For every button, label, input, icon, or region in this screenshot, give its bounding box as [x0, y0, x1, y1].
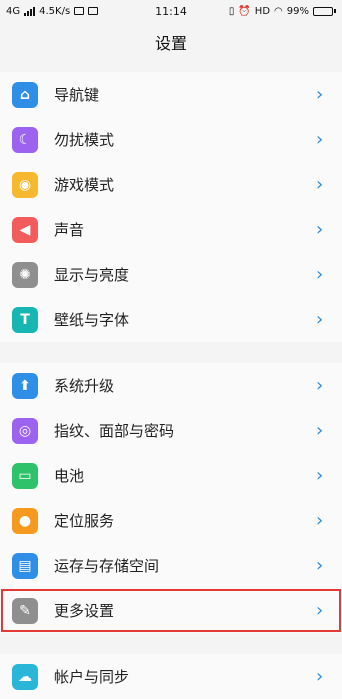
setting-display-brightness[interactable]: ✺ 显示与亮度 ›: [0, 252, 342, 297]
gamepad-icon: ◉: [12, 171, 38, 198]
setting-label: 帐户与同步: [54, 668, 130, 686]
setting-sound[interactable]: ◀ 声音 ›: [0, 207, 342, 252]
chevron-right-icon: ›: [316, 218, 324, 240]
chevron-right-icon: ›: [316, 128, 324, 150]
chevron-right-icon: ›: [316, 464, 324, 486]
signal-icon: [24, 6, 36, 16]
page-title: 设置: [154, 34, 187, 53]
setting-label: 系统升级: [54, 377, 115, 395]
alarm-icon: ⏰: [238, 5, 251, 17]
setting-location-services[interactable]: ● 定位服务 ›: [0, 498, 342, 543]
network-type: 4G: [6, 5, 21, 17]
speaker-icon: ◀: [12, 216, 38, 243]
moon-icon: ☾: [12, 126, 38, 153]
setting-label: 勿扰模式: [54, 131, 115, 149]
network-speed: 4.5K/s: [39, 5, 71, 17]
setting-battery[interactable]: ▭ 电池 ›: [0, 453, 342, 498]
battery-icon: ▭: [12, 462, 38, 489]
settings-group-3: ☁ 帐户与同步 ›: [0, 654, 342, 699]
location-pin-icon: ●: [12, 507, 38, 534]
cloud-sync-icon: ☁: [12, 663, 38, 690]
message-icon: [88, 7, 99, 15]
setting-system-update[interactable]: ⬆ 系统升级 ›: [0, 363, 342, 408]
vibrate-icon: ▯: [228, 5, 235, 17]
chevron-right-icon: ›: [316, 173, 324, 195]
setting-label: 显示与亮度: [54, 266, 130, 284]
setting-wallpaper-font[interactable]: T 壁纸与字体 ›: [0, 297, 342, 342]
notification-icon: [74, 7, 85, 15]
wifi-icon: ◠: [274, 5, 283, 17]
setting-label: 定位服务: [54, 512, 115, 530]
setting-label: 电池: [54, 467, 85, 485]
setting-memory-storage[interactable]: ▤ 运存与存储空间 ›: [0, 543, 342, 588]
setting-label: 声音: [54, 221, 85, 239]
storage-icon: ▤: [12, 552, 38, 579]
chevron-right-icon: ›: [316, 554, 324, 576]
fingerprint-icon: ◎: [12, 417, 38, 444]
setting-do-not-disturb[interactable]: ☾ 勿扰模式 ›: [0, 117, 342, 162]
font-t-icon: T: [12, 306, 38, 333]
setting-label: 运存与存储空间: [54, 557, 160, 575]
setting-fingerprint-face-password[interactable]: ◎ 指纹、面部与密码 ›: [0, 408, 342, 453]
setting-label: 指纹、面部与密码: [54, 422, 175, 440]
navigation-key-icon: ⌂: [12, 81, 38, 108]
chevron-right-icon: ›: [316, 599, 324, 621]
chevron-right-icon: ›: [316, 509, 324, 531]
status-right: ▯ ⏰ HD ◠ 99%: [229, 6, 336, 17]
status-left: 4G 4.5K/s: [6, 5, 99, 17]
setting-label: 游戏模式: [54, 176, 115, 194]
chevron-right-icon: ›: [316, 308, 324, 330]
setting-label: 导航键: [54, 86, 100, 104]
chevron-right-icon: ›: [316, 263, 324, 285]
setting-game-mode[interactable]: ◉ 游戏模式 ›: [0, 162, 342, 207]
hd-badge: HD: [254, 5, 271, 17]
settings-group-2: ⬆ 系统升级 › ◎ 指纹、面部与密码 › ▭ 电池 › ● 定位服务 › ▤ …: [0, 363, 342, 633]
chevron-right-icon: ›: [316, 83, 324, 105]
setting-more-settings[interactable]: ✎ 更多设置 ›: [0, 588, 342, 633]
chevron-right-icon: ›: [316, 665, 324, 687]
setting-label: 壁纸与字体: [54, 311, 130, 329]
setting-account-sync[interactable]: ☁ 帐户与同步 ›: [0, 654, 342, 699]
chevron-right-icon: ›: [316, 374, 324, 396]
system-update-icon: ⬆: [12, 372, 38, 399]
setting-navigation-keys[interactable]: ⌂ 导航键 ›: [0, 72, 342, 117]
setting-label: 更多设置: [54, 602, 115, 620]
wrench-icon: ✎: [12, 597, 38, 624]
chevron-right-icon: ›: [316, 419, 324, 441]
status-bar: 4G 4.5K/s 11:14 ▯ ⏰ HD ◠ 99%: [0, 0, 342, 22]
battery-percent: 99%: [286, 5, 309, 17]
sun-icon: ✺: [12, 261, 38, 288]
settings-group-1: ⌂ 导航键 › ☾ 勿扰模式 › ◉ 游戏模式 › ◀ 声音 › ✺ 显示与亮度…: [0, 72, 342, 342]
battery-status-icon: [313, 6, 336, 16]
